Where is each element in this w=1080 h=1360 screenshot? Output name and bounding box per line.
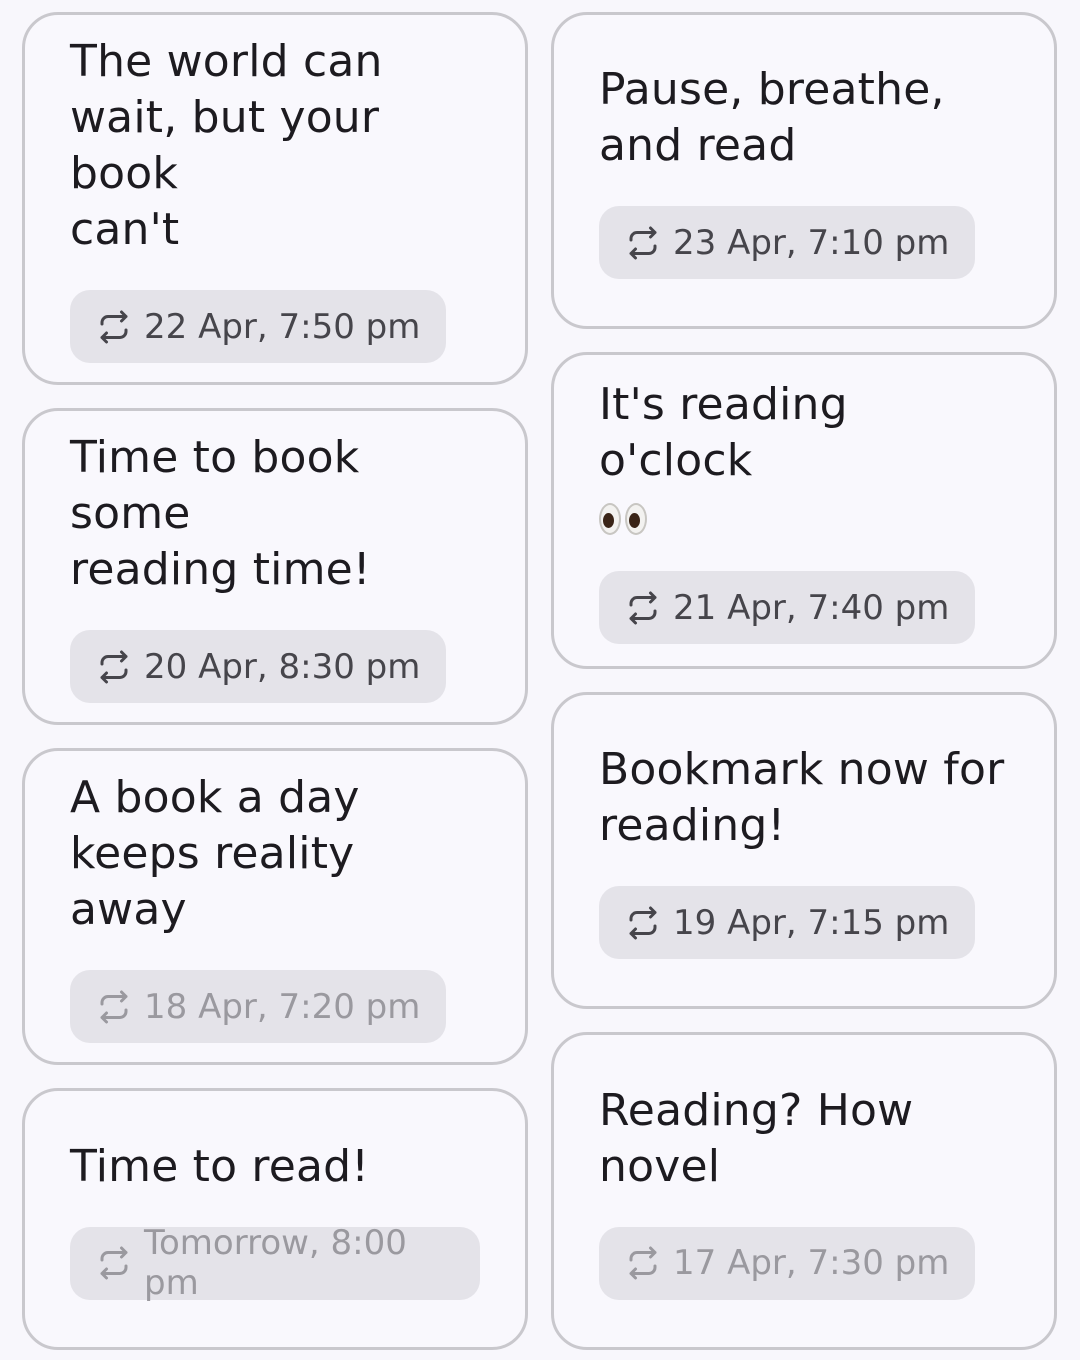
reminder-time-chip[interactable]: 21 Apr, 7:40 pm	[599, 571, 976, 644]
reminder-time-chip[interactable]: 23 Apr, 7:10 pm	[599, 206, 976, 279]
reminder-card[interactable]: It's reading o'clock 21 Apr, 7:40 pm	[551, 352, 1057, 669]
repeat-icon	[100, 650, 128, 683]
reminder-title-text: It's reading o'clock	[599, 379, 848, 486]
reminder-title: Time to book some reading time!	[70, 432, 371, 595]
reminder-time-chip[interactable]: 18 Apr, 7:20 pm	[70, 970, 447, 1043]
repeat-icon	[100, 990, 128, 1023]
reminder-time: 17 Apr, 7:30 pm	[673, 1243, 950, 1283]
reminder-card[interactable]: A book a day keeps reality away 18 Apr, …	[22, 748, 528, 1065]
repeat-icon	[629, 1246, 657, 1280]
repeat-icon	[100, 310, 128, 343]
eyes-icon	[599, 503, 647, 535]
reminder-card[interactable]: Pause, breathe, and read 23 Apr, 7:10 pm	[551, 12, 1057, 329]
reminder-title: It's reading o'clock	[599, 377, 1009, 545]
reminder-title: Bookmark now for reading!	[599, 744, 1005, 851]
repeat-icon	[100, 1246, 128, 1280]
reminder-card[interactable]: Time to read! Tomorrow, 8:00 pm	[22, 1088, 528, 1350]
reminder-title: Time to read!	[70, 1140, 370, 1192]
repeat-icon	[629, 906, 657, 939]
reminder-title: The world can wait, but your book can't	[70, 36, 383, 255]
reminder-title: Pause, breathe, and read	[599, 64, 945, 171]
reminder-time-chip[interactable]: 22 Apr, 7:50 pm	[70, 290, 447, 363]
reminder-time: 18 Apr, 7:20 pm	[144, 986, 421, 1027]
reminder-time-chip[interactable]: 19 Apr, 7:15 pm	[599, 886, 976, 959]
reminder-time: 23 Apr, 7:10 pm	[673, 222, 950, 263]
reminder-time: Tomorrow, 8:00 pm	[144, 1223, 407, 1303]
reminder-card[interactable]: Bookmark now for reading! 19 Apr, 7:15 p…	[551, 692, 1057, 1009]
reminder-time-chip[interactable]: 20 Apr, 8:30 pm	[70, 630, 447, 703]
reminder-time: 19 Apr, 7:15 pm	[673, 902, 950, 943]
reminder-title: Reading? How novel	[599, 1084, 914, 1192]
repeat-icon	[629, 591, 657, 624]
reminder-title: A book a day keeps reality away	[70, 772, 360, 935]
reminder-card[interactable]: The world can wait, but your book can't …	[22, 12, 528, 385]
reminder-time-chip[interactable]: Tomorrow, 8:00 pm	[70, 1223, 480, 1303]
repeat-icon	[629, 226, 657, 259]
reminder-grid: The world can wait, but your book can't …	[0, 0, 1080, 1360]
reminder-time: 22 Apr, 7:50 pm	[144, 306, 421, 347]
reminder-card[interactable]: Time to book some reading time! 20 Apr, …	[22, 408, 528, 725]
reminder-time: 21 Apr, 7:40 pm	[673, 587, 950, 628]
reminder-time: 20 Apr, 8:30 pm	[144, 646, 421, 687]
reminder-card[interactable]: Reading? How novel 17 Apr, 7:30 pm	[551, 1032, 1057, 1350]
reminder-time-chip[interactable]: 17 Apr, 7:30 pm	[599, 1226, 976, 1300]
